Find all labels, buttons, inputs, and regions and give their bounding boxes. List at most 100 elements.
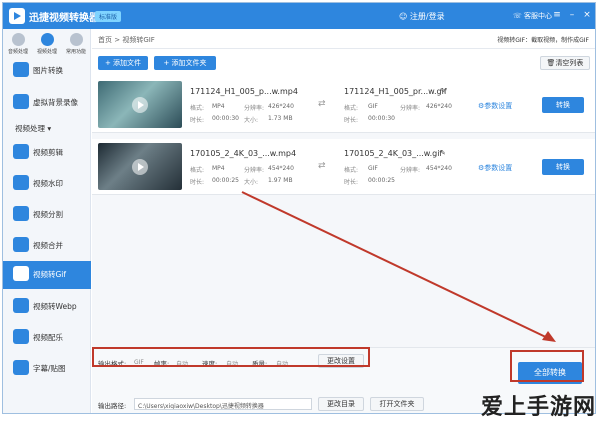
sidebar-item-label: 视频剪辑 xyxy=(33,148,63,157)
meta-label: 大小: xyxy=(244,179,259,186)
source-duration: 00:00:30 xyxy=(212,115,239,122)
login-label: 注册/登录 xyxy=(409,12,445,21)
param-settings-link[interactable]: ⚙参数设置 xyxy=(478,101,512,111)
virtual-bg-icon xyxy=(13,94,29,109)
sidebar-item-gif[interactable]: 视频转Gif xyxy=(3,261,91,289)
top-icon-label: 视频处理 xyxy=(36,49,57,55)
sidebar-item-music[interactable]: 视频配乐 xyxy=(3,324,91,350)
minimize-icon[interactable]: – xyxy=(566,9,578,21)
app-name: 迅捷视频转换器 xyxy=(29,13,99,24)
param-settings-label: 参数设置 xyxy=(484,102,513,110)
sidebar-item-label: 虚拟背景录像 xyxy=(33,98,78,107)
headset-icon: ☏ xyxy=(513,12,524,20)
clear-list-label: 清空列表 xyxy=(555,59,584,67)
convert-button[interactable]: 转换 xyxy=(542,97,584,113)
sidebar-item-image-convert[interactable]: 图片转换 xyxy=(3,57,91,83)
title-bar: 迅捷视频转换器 标准版 ☺ 注册/登录 ☏ 客服中心 ≡ – × xyxy=(3,3,595,29)
meta-label: 格式: xyxy=(344,167,359,174)
video-thumbnail[interactable] xyxy=(98,81,182,128)
highlight-box-convert-all xyxy=(510,350,584,382)
source-format: MP4 xyxy=(212,165,225,172)
output-filename: 171124_H1_005_pr...w.gif xyxy=(344,87,447,96)
sidebar-item-label: 字幕/贴图 xyxy=(33,364,66,373)
meta-label: 分辨率: xyxy=(400,167,421,174)
image-convert-icon xyxy=(13,62,29,77)
open-folder-button[interactable]: 打开文件夹 xyxy=(370,397,424,411)
split-icon xyxy=(13,206,29,221)
version-badge[interactable]: 标准版 xyxy=(95,11,122,22)
source-duration: 00:00:25 xyxy=(212,177,239,184)
meta-label: 时长: xyxy=(344,179,359,186)
play-icon[interactable] xyxy=(132,97,148,113)
output-path-label: 输出路径: xyxy=(98,402,127,410)
meta-label: 格式: xyxy=(190,105,205,112)
output-resolution: 454*240 xyxy=(426,165,452,172)
menu-icon[interactable]: ≡ xyxy=(551,9,563,21)
output-format: GIF xyxy=(368,165,378,172)
top-icon-label: 音频处理 xyxy=(7,49,28,55)
sidebar-item-split[interactable]: 视频分割 xyxy=(3,201,91,227)
add-folder-button[interactable]: + 添加文件夹 xyxy=(154,56,216,70)
param-settings-label: 参数设置 xyxy=(484,164,513,172)
star-icon[interactable]: 常用功能 xyxy=(63,33,89,55)
edit-pencil-icon[interactable]: ✎ xyxy=(440,87,446,95)
webp-icon xyxy=(13,298,29,313)
login-link[interactable]: ☺ 注册/登录 xyxy=(399,11,445,22)
clear-list-button[interactable]: 🗑清空列表 xyxy=(540,56,590,70)
video-icon[interactable]: 视频处理 xyxy=(34,33,60,55)
meta-label: 分辨率: xyxy=(400,105,421,112)
music-icon[interactable]: 音频处理 xyxy=(5,33,31,55)
meta-label: 时长: xyxy=(190,179,205,186)
gif-icon xyxy=(13,266,29,281)
source-size: 1.73 MB xyxy=(268,115,293,122)
service-link[interactable]: ☏ 客服中心 xyxy=(513,11,552,21)
sidebar-item-webp[interactable]: 视频转Webp xyxy=(3,293,91,319)
meta-label: 时长: xyxy=(190,117,205,124)
convert-arrow-icon: ⇄ xyxy=(318,161,326,171)
edit-pencil-icon[interactable]: ✎ xyxy=(440,149,446,157)
user-icon: ☺ xyxy=(399,12,410,21)
watermark-icon xyxy=(13,175,29,190)
source-resolution: 454*240 xyxy=(268,165,294,172)
sidebar: 音频处理 视频处理 常用功能 图片转换 虚拟背景录像 视频处理 ▾ 视频剪辑 视… xyxy=(3,29,91,413)
feature-hint: 视频转GIF：截取视频，制作成GIF xyxy=(497,37,589,44)
crumb-bar: 首页 > 视频转GIF 视频转GIF：截取视频，制作成GIF xyxy=(92,29,595,49)
subtitle-icon xyxy=(13,360,29,375)
highlight-box-settings xyxy=(92,347,370,367)
meta-label: 时长: xyxy=(344,117,359,124)
sidebar-item-virtual-bg[interactable]: 虚拟背景录像 xyxy=(3,89,91,115)
meta-label: 分辨率: xyxy=(244,105,265,112)
breadcrumb[interactable]: 首页 > 视频转GIF xyxy=(98,35,155,45)
video-thumbnail[interactable] xyxy=(98,143,182,190)
sidebar-item-label: 图片转换 xyxy=(33,66,63,75)
site-watermark: 爱上手游网 xyxy=(480,395,596,420)
close-icon[interactable]: × xyxy=(581,9,593,21)
source-filename: 171124_H1_005_p...w.mp4 xyxy=(190,87,298,96)
add-file-button[interactable]: + 添加文件 xyxy=(98,56,148,70)
output-path-field[interactable]: C:\Users\xiqiaoxiw\Desktop\迅捷视频转换器 xyxy=(134,398,312,410)
sidebar-item-merge[interactable]: 视频合并 xyxy=(3,232,91,258)
param-settings-link[interactable]: ⚙参数设置 xyxy=(478,163,512,173)
sidebar-item-subtitle[interactable]: 字幕/贴图 xyxy=(3,355,91,381)
section-label-video[interactable]: 视频处理 ▾ xyxy=(15,123,51,134)
sidebar-item-label: 视频合并 xyxy=(33,241,63,250)
sidebar-item-watermark[interactable]: 视频水印 xyxy=(3,170,91,196)
clip-icon xyxy=(13,144,29,159)
file-row[interactable]: 170105_2_4K_03_...w.mp4 格式: MP4 分辨率: 454… xyxy=(92,139,595,195)
sidebar-item-clip[interactable]: 视频剪辑 xyxy=(3,139,91,165)
sidebar-item-label: 视频转Gif xyxy=(33,270,67,279)
meta-label: 分辨率: xyxy=(244,167,265,174)
sidebar-item-label: 视频水印 xyxy=(33,179,63,188)
meta-label: 格式: xyxy=(190,167,205,174)
change-dir-button[interactable]: 更改目录 xyxy=(318,397,364,411)
app-logo-icon xyxy=(9,8,25,24)
top-icon-label: 常用功能 xyxy=(65,49,86,55)
output-duration: 00:00:25 xyxy=(368,177,395,184)
convert-arrow-icon: ⇄ xyxy=(318,99,326,109)
convert-button[interactable]: 转换 xyxy=(542,159,584,175)
sidebar-item-label: 视频分割 xyxy=(33,210,63,219)
source-resolution: 426*240 xyxy=(268,103,294,110)
output-resolution: 426*240 xyxy=(426,103,452,110)
file-row[interactable]: 171124_H1_005_p...w.mp4 格式: MP4 分辨率: 426… xyxy=(92,77,595,133)
play-icon[interactable] xyxy=(132,159,148,175)
